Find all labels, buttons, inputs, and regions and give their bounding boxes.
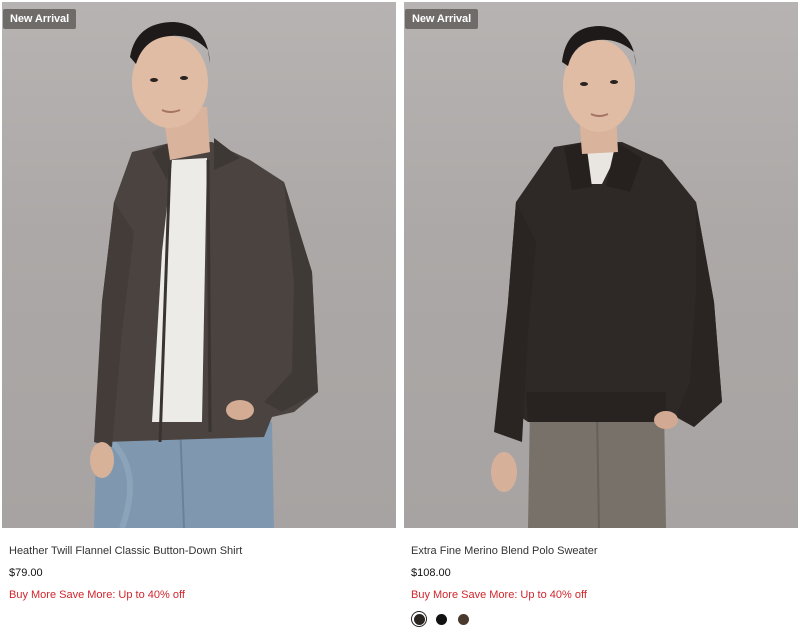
new-arrival-badge: New Arrival (3, 9, 77, 29)
color-swatch-brown[interactable] (455, 611, 471, 627)
color-swatches (411, 610, 471, 628)
product-price: $79.00 (9, 567, 43, 579)
product-image[interactable]: New Arrival (2, 2, 396, 528)
product-name[interactable]: Heather Twill Flannel Classic Button-Dow… (9, 545, 242, 557)
promo-text: Buy More Save More: Up to 40% off (9, 589, 185, 601)
model-illustration (491, 26, 722, 528)
model-illustration (90, 22, 318, 528)
product-card[interactable]: New Arrival Heather Twill Flannel Classi… (2, 2, 396, 633)
product-name[interactable]: Extra Fine Merino Blend Polo Sweater (411, 545, 597, 557)
product-grid: New Arrival Heather Twill Flannel Classi… (0, 0, 800, 633)
product-image[interactable]: New Arrival (404, 2, 798, 528)
color-swatch-black[interactable] (433, 611, 449, 627)
product-card[interactable]: New Arrival Extra Fine Merino Blend Polo… (404, 2, 798, 633)
promo-text: Buy More Save More: Up to 40% off (411, 589, 587, 601)
color-swatch-dark-brown[interactable] (411, 611, 427, 627)
product-price: $108.00 (411, 567, 451, 579)
new-arrival-badge: New Arrival (405, 9, 479, 29)
